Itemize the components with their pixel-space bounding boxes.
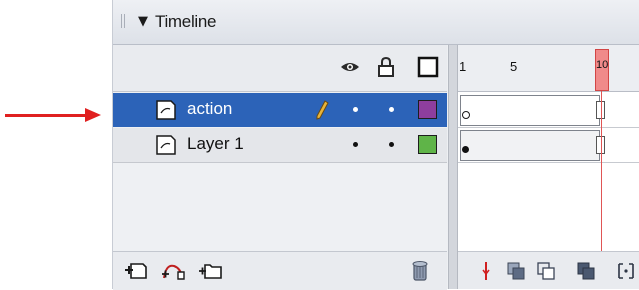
outline-icon[interactable]: [417, 56, 439, 78]
layer-header: [113, 45, 447, 92]
panel-title[interactable]: Timeline: [155, 12, 217, 32]
layer-row-action[interactable]: action: [113, 93, 447, 127]
layer-color-swatch[interactable]: [418, 135, 437, 154]
visibility-dot[interactable]: [353, 107, 358, 112]
layer-name[interactable]: action: [187, 99, 232, 119]
frame-row-action[interactable]: [458, 93, 639, 128]
layer-list-empty-area: [113, 163, 447, 251]
lock-dot[interactable]: [389, 142, 394, 147]
pencil-icon: [316, 100, 329, 120]
panel-divider[interactable]: [448, 45, 458, 289]
modify-onion-markers-icon[interactable]: [616, 260, 636, 282]
annotation-arrow-head: [85, 108, 101, 122]
ruler-label: 10: [596, 59, 609, 71]
edit-multiple-frames-icon[interactable]: [576, 260, 596, 282]
frame-span[interactable]: [460, 130, 600, 161]
layer-icon: [156, 135, 176, 155]
keyframe[interactable]: [462, 146, 469, 153]
layer-row-layer-1[interactable]: Layer 1: [113, 128, 447, 163]
panel-titlebar[interactable]: ▼ Timeline: [113, 0, 639, 45]
timeline-panel: ▼ Timeline action Layer 1 1 5 10: [112, 0, 639, 290]
ruler-label: 5: [510, 59, 518, 74]
frames-toolbar: [458, 251, 639, 289]
frame-ruler[interactable]: 1 5 10: [458, 45, 639, 92]
annotation-arrow: [5, 114, 87, 117]
frame-row-layer-1[interactable]: [458, 128, 639, 163]
add-motion-guide-icon[interactable]: [160, 258, 186, 282]
lock-dot[interactable]: [389, 107, 394, 112]
layer-color-swatch[interactable]: [418, 100, 437, 119]
trash-icon[interactable]: [407, 258, 433, 282]
frames-area: 1 5 10: [458, 45, 639, 289]
onion-skin-icon[interactable]: [506, 260, 526, 282]
collapse-arrow-icon[interactable]: ▼: [138, 15, 148, 28]
center-frame-icon[interactable]: [476, 260, 496, 282]
layer-icon: [156, 100, 176, 120]
panel-grip-icon[interactable]: [121, 14, 127, 28]
insert-layer-icon[interactable]: [123, 258, 149, 282]
lock-icon[interactable]: [375, 56, 397, 78]
frame-span[interactable]: [460, 95, 600, 126]
blank-keyframe[interactable]: [462, 111, 470, 119]
ruler-label: 1: [459, 59, 467, 74]
layer-toolbar: [113, 251, 447, 290]
eye-icon[interactable]: [339, 56, 361, 78]
insert-folder-icon[interactable]: [197, 258, 223, 282]
visibility-dot[interactable]: [353, 142, 358, 147]
layer-name[interactable]: Layer 1: [187, 134, 244, 154]
onion-outline-icon[interactable]: [536, 260, 556, 282]
